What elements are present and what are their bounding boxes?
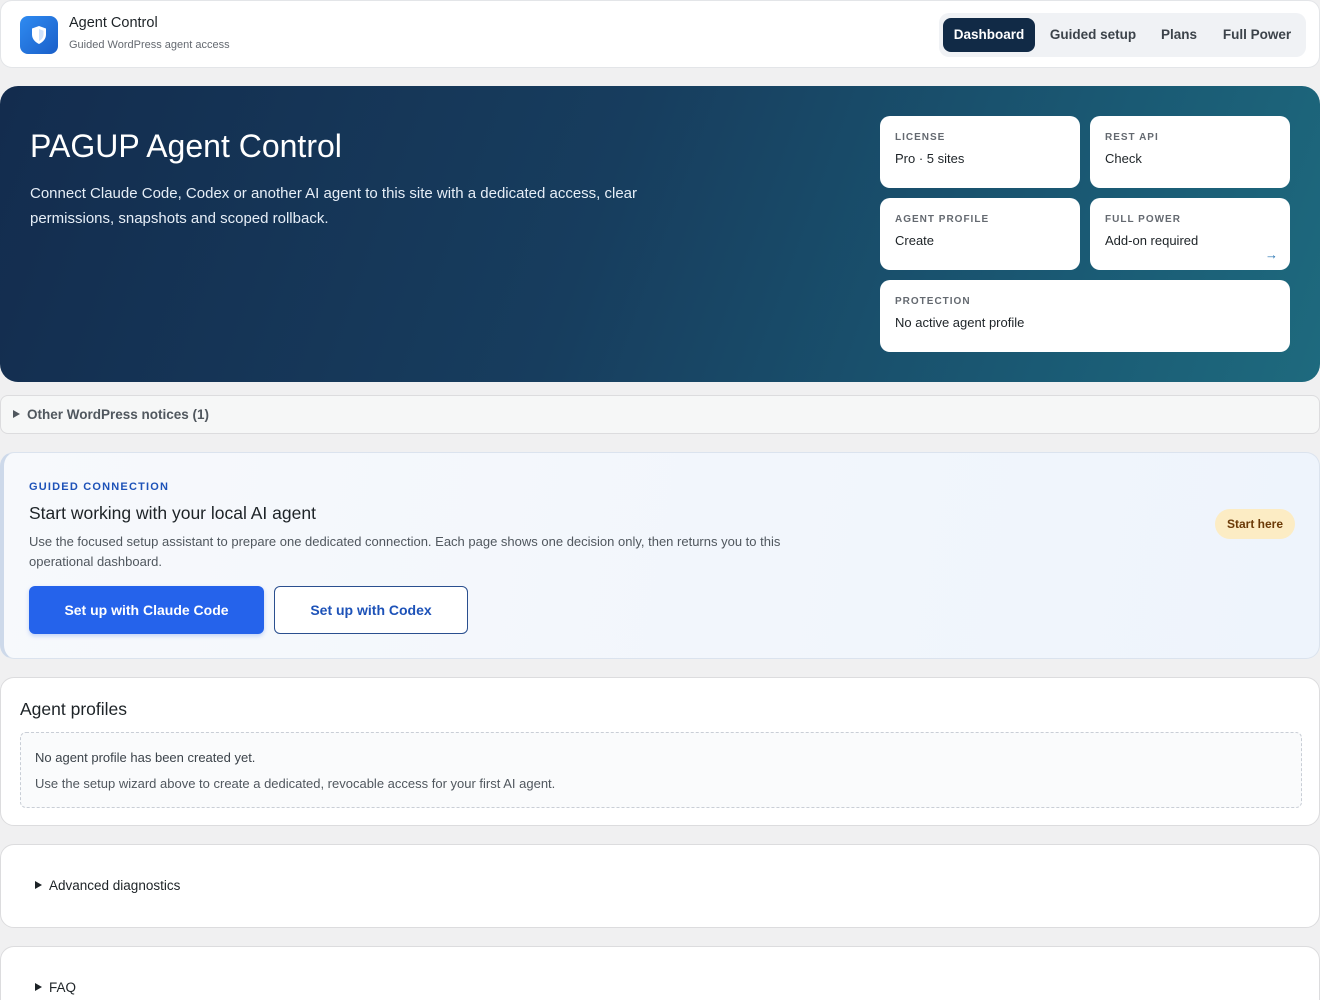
other-notices-toggle[interactable]: Other WordPress notices (1) [0,395,1320,434]
guided-connection-card: GUIDED CONNECTION Start working with you… [0,452,1320,659]
hero-description: Connect Claude Code, Codex or another AI… [30,185,638,227]
arrow-right-icon: → [1265,247,1278,262]
notices-label-wrap: Other WordPress notices (1) [13,407,209,422]
tab-plans[interactable]: Plans [1153,18,1205,52]
tab-guided-setup[interactable]: Guided setup [1043,18,1143,52]
collapse-label-wrap: Advanced diagnostics [35,878,180,893]
tab-dashboard[interactable]: Dashboard [943,18,1035,52]
app-title: Agent Control [69,15,158,31]
diagnostics-label: Advanced diagnostics [49,878,181,893]
stat-label: AGENT PROFILE [895,214,990,225]
triangle-right-icon [35,983,42,991]
app-subtitle: Guided WordPress agent access [69,39,230,51]
faq-toggle[interactable]: FAQ [0,946,1320,1000]
triangle-right-icon [13,410,20,418]
notices-label: Other WordPress notices (1) [27,407,210,422]
empty-state-title: No agent profile has been created yet. [35,750,256,765]
start-here-badge: Start here [1215,509,1295,539]
empty-state: No agent profile has been created yet. U… [20,732,1302,808]
triangle-right-icon [35,881,42,889]
stat-value: Pro · 5 sites [895,151,965,166]
setup-claude-code-button[interactable]: Set up with Claude Code [29,586,264,634]
faq-label: FAQ [49,980,77,995]
agent-profiles-card: Agent profiles No agent profile has been… [0,677,1320,826]
section-eyebrow: GUIDED CONNECTION [29,481,170,493]
stat-label: PROTECTION [895,296,971,307]
collapse-label-wrap: FAQ [35,980,76,995]
empty-state-description: Use the setup wizard above to create a d… [35,776,556,791]
stat-label: REST API [1105,132,1159,143]
advanced-diagnostics-toggle[interactable]: Advanced diagnostics [0,844,1320,928]
stat-label: LICENSE [895,132,946,143]
stat-value: Check [1105,151,1142,166]
stat-value: No active agent profile [895,315,1025,330]
setup-codex-button[interactable]: Set up with Codex [274,586,468,634]
main-nav: Dashboard Guided setup Plans Full Power [939,13,1306,57]
stat-value: Create [895,233,935,248]
stat-label: FULL POWER [1105,214,1181,225]
stat-license: LICENSE Pro · 5 sites [880,116,1080,188]
section-title: Agent profiles [20,699,128,719]
hero-banner: PAGUP Agent Control Connect Claude Code,… [0,86,1320,382]
shield-icon [20,16,58,54]
stat-rest-api[interactable]: REST API Check [1090,116,1290,188]
stat-protection: PROTECTION No active agent profile [880,280,1290,352]
section-title: Start working with your local AI agent [29,503,316,523]
stat-agent-profile[interactable]: AGENT PROFILE Create [880,198,1080,270]
stat-full-power[interactable]: FULL POWER Add-on required → [1090,198,1290,270]
tab-full-power[interactable]: Full Power [1217,18,1297,52]
page-title: PAGUP Agent Control [30,128,342,164]
top-bar: Agent Control Guided WordPress agent acc… [0,0,1320,68]
stat-value: Add-on required [1105,233,1199,248]
section-description: Use the focused setup assistant to prepa… [29,534,781,569]
